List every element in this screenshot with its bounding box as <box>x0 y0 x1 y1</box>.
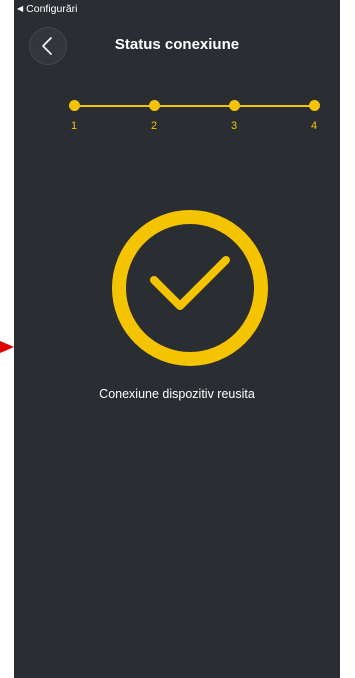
back-triangle-icon: ◀ <box>17 4 24 13</box>
step-number: 2 <box>150 120 158 132</box>
step-3: 3 <box>228 100 240 132</box>
step-number: 3 <box>230 120 238 132</box>
stepper-line <box>74 105 314 107</box>
app-screen: ◀ Configurări Status conexiune 1 2 3 4 C… <box>14 0 340 678</box>
page-title: Status conexiune <box>114 36 240 53</box>
step-1: 1 <box>68 100 80 132</box>
connection-success-message: Conexiune dispozitiv reusita <box>99 387 255 401</box>
step-dot <box>308 100 320 111</box>
step-number: 1 <box>70 120 78 132</box>
red-arrow-indicator-icon <box>0 341 14 353</box>
status-bar-back-label: Configurări <box>26 3 78 15</box>
status-bar-back-link[interactable]: ◀ Configurări <box>17 2 78 16</box>
step-number: 4 <box>310 120 318 132</box>
step-2: 2 <box>148 100 160 132</box>
step-dot <box>228 100 240 111</box>
step-4: 4 <box>308 100 320 132</box>
step-dot <box>148 100 160 111</box>
progress-stepper: 1 2 3 4 <box>14 96 340 141</box>
checkmark-circle-icon <box>112 210 268 366</box>
step-dot <box>68 100 80 111</box>
